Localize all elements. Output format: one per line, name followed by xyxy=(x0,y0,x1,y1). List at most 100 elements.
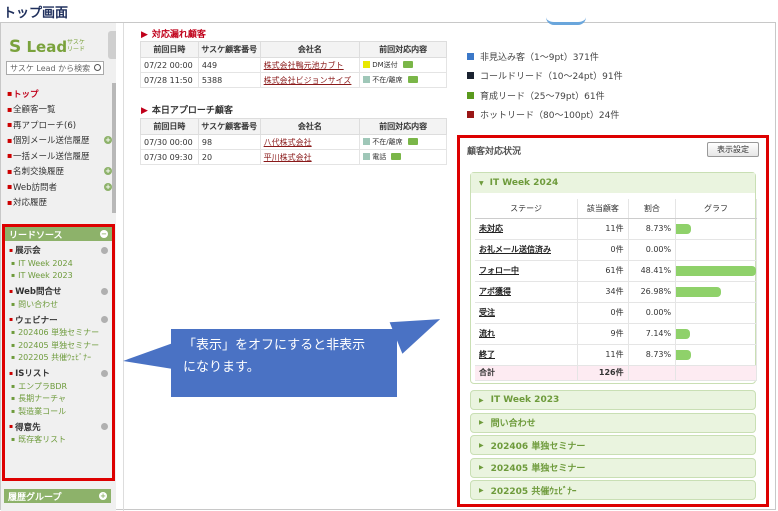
percent-cell: 7.14% xyxy=(628,323,677,345)
graph-cell xyxy=(675,281,757,303)
nav-item[interactable]: ▪ 対応履歴 xyxy=(7,195,112,211)
nav-item[interactable]: ▪ 全顧客一覧 xyxy=(7,102,112,118)
lead-source-item[interactable]: ▪ IT Week 2024 xyxy=(5,257,112,270)
lead-source-header[interactable]: リードソース − xyxy=(5,227,112,241)
stage-link[interactable]: 未対応 xyxy=(479,224,503,233)
lead-group-header[interactable]: ▪ Web問合せ xyxy=(5,284,112,298)
company-link[interactable]: 八代株式会社 xyxy=(264,138,312,147)
plus-icon[interactable]: + xyxy=(104,167,112,176)
toggle-icon[interactable] xyxy=(101,287,108,295)
stage-link[interactable]: 受注 xyxy=(479,308,495,317)
accordion-header[interactable]: ▼ IT Week 2024 xyxy=(471,173,755,193)
bullet: ▪ xyxy=(11,382,16,390)
nav-item-label: 名刺交換履歴 xyxy=(13,167,65,178)
accordion-collapsed-group[interactable]: ▶ 202405 単独セミナー xyxy=(470,457,756,478)
bullet: ▪ xyxy=(9,316,14,323)
lead-group-header[interactable]: ▪ ウェビナー xyxy=(5,313,112,327)
toggle-icon[interactable] xyxy=(101,423,108,430)
add-icon[interactable]: + xyxy=(99,492,107,500)
stage-link[interactable]: アポ獲得 xyxy=(479,287,511,296)
stage-cell: フォロー中 xyxy=(475,260,579,282)
legend-label: 非見込み客（1〜9pt）371件 xyxy=(480,52,599,63)
nav-item[interactable]: ▪ Web訪問者 + xyxy=(7,179,112,195)
number-cell: 5388 xyxy=(197,72,261,88)
comment-icon[interactable] xyxy=(407,76,418,84)
app-logo[interactable]: S Lead xyxy=(9,37,67,57)
callout-line-2: になります。 xyxy=(183,360,260,375)
nav-item[interactable]: ▪ 再アプローチ(6) xyxy=(7,117,112,133)
plus-icon[interactable]: + xyxy=(104,182,112,191)
lead-source-item[interactable]: ▪ エンプラBDR xyxy=(5,380,112,393)
stage-link[interactable]: フォロー中 xyxy=(479,266,519,275)
company-cell: 八代株式会社 xyxy=(259,134,361,150)
column-header: 前回対応内容 xyxy=(359,118,447,135)
nav-item[interactable]: ▪ 名刺交換履歴 + xyxy=(7,164,112,180)
plus-icon[interactable]: + xyxy=(104,136,112,145)
nav-item[interactable]: ▪ 個別メール送信履歴 + xyxy=(7,133,112,149)
legend-swatch xyxy=(467,111,474,118)
table-row: 07/22 00:00 449 株式会社鴨元池カブト DM送付 xyxy=(140,57,447,73)
lead-group-header[interactable]: ▪ ISリスト xyxy=(5,366,112,380)
company-link[interactable]: 平川株式会社 xyxy=(264,153,312,162)
company-cell: 株式会社鴨元池カブト xyxy=(259,57,361,73)
column-header: 前回対応内容 xyxy=(359,41,447,58)
lead-group-name: 得意先 xyxy=(15,422,41,433)
nav-item-label: 全顧客一覧 xyxy=(13,105,56,116)
accordion-collapsed-group[interactable]: ▶ 問い合わせ xyxy=(470,412,756,433)
toggle-icon[interactable] xyxy=(101,316,108,323)
bullet: ▪ xyxy=(11,436,16,444)
nav-item[interactable]: ▪ 一括メール送信履歴 xyxy=(7,148,112,164)
display-settings-button[interactable]: 表示設定 xyxy=(707,142,759,157)
lead-source-item[interactable]: ▪ 問い合わせ xyxy=(5,298,112,311)
percent-cell: 8.73% xyxy=(628,344,677,366)
legend-label: ホットリード（80〜100pt）24件 xyxy=(480,111,620,121)
comment-icon[interactable] xyxy=(407,138,418,146)
graph-bar xyxy=(676,349,691,360)
page-heading: トップ画面 xyxy=(3,6,69,21)
accordion-collapsed-group[interactable]: ▶ 202205 共催ｳｪﾋﾞﾅｰ xyxy=(470,480,756,500)
column-header: グラフ xyxy=(675,199,757,219)
graph-cell xyxy=(675,344,757,366)
lead-source-item[interactable]: ▪ 長期ナーチャ xyxy=(5,393,112,406)
toggle-icon[interactable] xyxy=(101,246,108,254)
legend-swatch xyxy=(467,72,474,79)
lead-source-item[interactable]: ▪ 製造業コール xyxy=(5,405,112,418)
legend-item: 育成リード（25〜79pt）61件 xyxy=(467,88,605,102)
table-row: 07/28 11:50 5388 株式会社ビジョンサイズ 不在/離席 xyxy=(140,72,447,88)
bullet: ▪ xyxy=(11,395,16,403)
lead-source-label: エンプラBDR xyxy=(18,381,68,391)
search-input[interactable]: サスケ Lead から検索 xyxy=(6,61,104,75)
lead-source-item[interactable]: ▪ 202406 単独セミナー xyxy=(5,327,112,340)
caret-right-icon: ▶ xyxy=(479,396,484,404)
lead-source-item[interactable]: ▪ 202205 共催ｳｪﾋﾞﾅｰ xyxy=(5,352,112,365)
comment-icon[interactable] xyxy=(391,153,402,161)
comment-icon[interactable] xyxy=(402,61,413,69)
lead-source-item[interactable]: ▪ IT Week 2023 xyxy=(5,270,112,283)
company-link[interactable]: 株式会社鴨元池カブト xyxy=(264,61,344,70)
stage-row: 流れ 9件 7.14% xyxy=(475,323,757,345)
lead-source-item[interactable]: ▪ 既存客リスト xyxy=(5,434,112,447)
table-header-row: 前回日時 サスケ顧客番号 会社名 前回対応内容 xyxy=(140,41,447,58)
company-link[interactable]: 株式会社ビジョンサイズ xyxy=(264,76,352,85)
accordion-collapsed-group[interactable]: ▶ IT Week 2023 xyxy=(470,390,756,410)
stage-link[interactable]: 流れ xyxy=(479,329,495,338)
history-group-header[interactable]: 履歴グループ + xyxy=(4,489,111,503)
stage-link[interactable]: お礼メール送信済み xyxy=(479,245,551,254)
toggle-icon[interactable] xyxy=(101,369,108,377)
accordion-label: IT Week 2023 xyxy=(490,395,560,405)
lead-group-header[interactable]: ▪ 展示会 xyxy=(5,243,112,257)
status-panel-title: 顧客対応状況 xyxy=(467,147,522,157)
lead-group-header[interactable]: ▪ 得意先 xyxy=(5,420,112,434)
search-icon[interactable] xyxy=(94,64,101,71)
number-cell: 20 xyxy=(197,149,261,165)
callout-line-1: 「表示」をオフにすると非表示 xyxy=(183,338,366,353)
stage-link[interactable]: 終了 xyxy=(479,350,495,359)
sidebar-scrollbar[interactable] xyxy=(112,83,116,213)
nav-item[interactable]: ▪ トップ xyxy=(7,86,112,102)
company-cell: 株式会社ビジョンサイズ xyxy=(259,72,361,88)
accordion-collapsed-group[interactable]: ▶ 202406 単独セミナー xyxy=(470,435,756,455)
collapse-sidebar-handle[interactable] xyxy=(108,31,116,59)
collapse-icon[interactable]: − xyxy=(100,230,108,238)
lead-source-label: 既存客リスト xyxy=(18,435,67,445)
lead-source-item[interactable]: ▪ 202405 単独セミナー xyxy=(5,339,112,352)
